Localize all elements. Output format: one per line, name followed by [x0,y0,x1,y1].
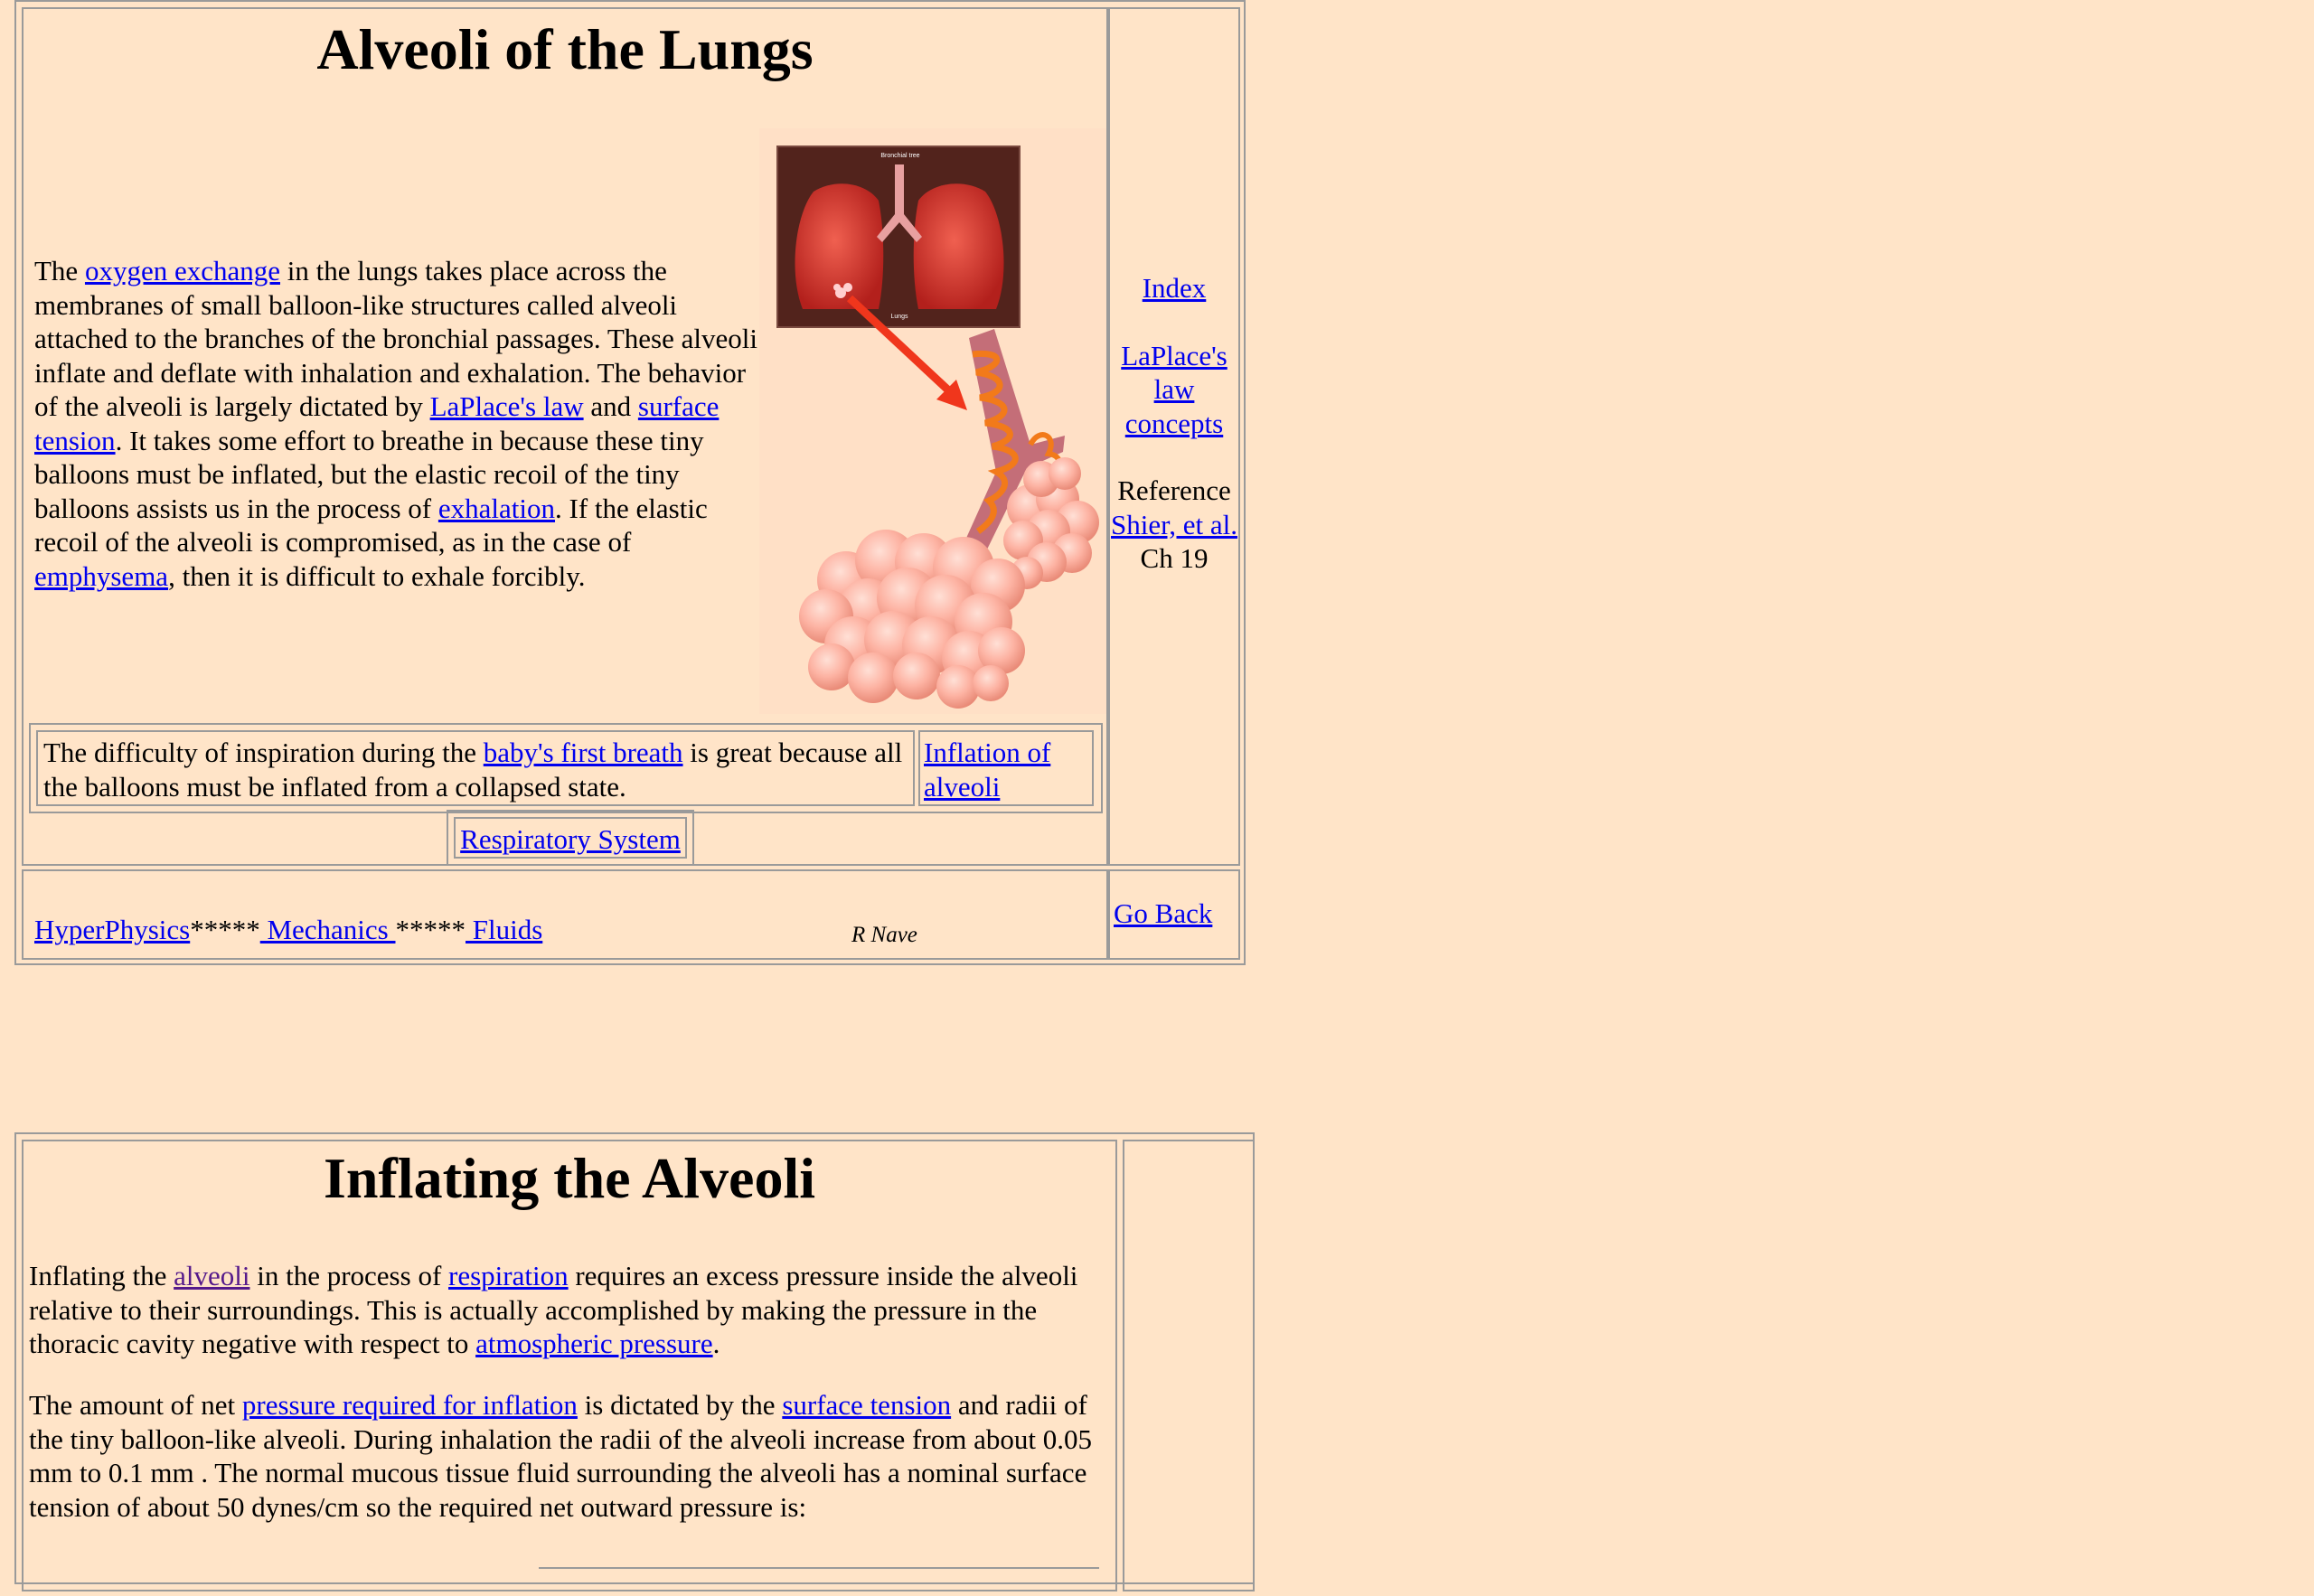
author-credit: R Nave [851,923,917,947]
baby-breath-cell: The difficulty of inspiration during the… [36,730,915,806]
lungs-alveoli-illustration: Bronchial tree Lungs [759,128,1106,714]
intro-paragraph: The oxygen exchange in the lungs takes p… [34,254,767,593]
go-back-link[interactable]: Go Back [1114,897,1212,931]
breadcrumb: HyperPhysics***** Mechanics ***** Fluids [34,913,542,947]
alveoli-link[interactable]: alveoli [174,1260,249,1291]
equation-box [539,1567,1099,1596]
inflating-paragraph-1: Inflating the alveoli in the process of … [29,1259,1114,1361]
section-title: Inflating the Alveoli [323,1146,816,1210]
inflation-of-alveoli-link[interactable]: Inflation of alveoli [924,737,1050,803]
fluids-link[interactable]: Fluids [466,914,543,945]
babys-first-breath-link[interactable]: baby's first breath [484,737,683,768]
chapter-label: Ch 19 [1140,542,1209,574]
inflating-content-cell: Inflating the Alveoli Inflating the alve… [22,1140,1117,1591]
inflating-paragraph-2: The amount of net pressure required for … [29,1388,1114,1524]
main-content-cell: Alveoli of the Lungs The oxygen exchange… [22,7,1108,866]
surface-tension-link-2[interactable]: surface tension [782,1389,951,1421]
footer-nav-cell: HyperPhysics***** Mechanics ***** Fluids… [22,869,1108,960]
inflation-cell: Inflation of alveoli [918,730,1094,806]
respiration-link[interactable]: respiration [448,1260,569,1291]
intro-text: and [583,390,638,422]
baby-breath-table: The difficulty of inspiration during the… [29,723,1103,813]
paragraph-text: . [712,1328,720,1359]
lungs-alveoli-diagram: Bronchial tree Lungs [759,128,1106,714]
sidebar-cell: Index LaPlace's law concepts Reference S… [1108,7,1240,866]
index-link[interactable]: Index [1143,272,1207,304]
sidebar-links: Index LaPlace's law concepts Reference S… [1110,271,1238,576]
go-back-cell: Go Back [1108,869,1240,960]
laplace-law-link[interactable]: LaPlace's law [430,390,584,422]
oxygen-exchange-link[interactable]: oxygen exchange [85,255,280,286]
paragraph-text: Inflating the [29,1260,174,1291]
atmospheric-pressure-link[interactable]: atmospheric pressure [475,1328,713,1359]
respiratory-system-cell: Respiratory System [454,817,687,859]
page-title: Alveoli of the Lungs [316,17,814,81]
intro-text: , then it is difficult to exhale forcibl… [168,559,586,592]
bronchial-tree-label: Bronchial tree [880,153,919,159]
emphysema-link[interactable]: emphysema [34,560,168,592]
intro-text: The [34,255,85,286]
pressure-required-link[interactable]: pressure required for inflation [242,1389,578,1421]
hyperphysics-link[interactable]: HyperPhysics [34,914,190,945]
alveolar-cluster-large [799,530,1025,709]
reference-label: Reference [1117,474,1231,506]
right-lung [913,183,1004,309]
inflating-sidebar-cell [1123,1140,1255,1591]
shier-reference-link[interactable]: Shier, et al. [1111,509,1237,540]
paragraph-text: in the process of [249,1260,449,1291]
respiratory-system-link[interactable]: Respiratory System [460,823,681,855]
baby-text: The difficulty of inspiration during the [43,737,484,768]
lungs-label: Lungs [890,314,908,320]
paragraph-text: is dictated by the [577,1389,783,1421]
respiratory-system-table: Respiratory System [447,810,694,866]
mechanics-link[interactable]: Mechanics [260,914,396,945]
paragraph-text: The amount of net [29,1389,242,1421]
inflating-alveoli-table: Inflating the Alveoli Inflating the alve… [14,1132,1255,1591]
separator: ***** [190,914,260,945]
separator: ***** [395,914,466,945]
laplace-concepts-link[interactable]: LaPlace's law concepts [1121,340,1227,439]
exhalation-link[interactable]: exhalation [438,493,555,524]
alveoli-table: Alveoli of the Lungs The oxygen exchange… [14,0,1246,965]
